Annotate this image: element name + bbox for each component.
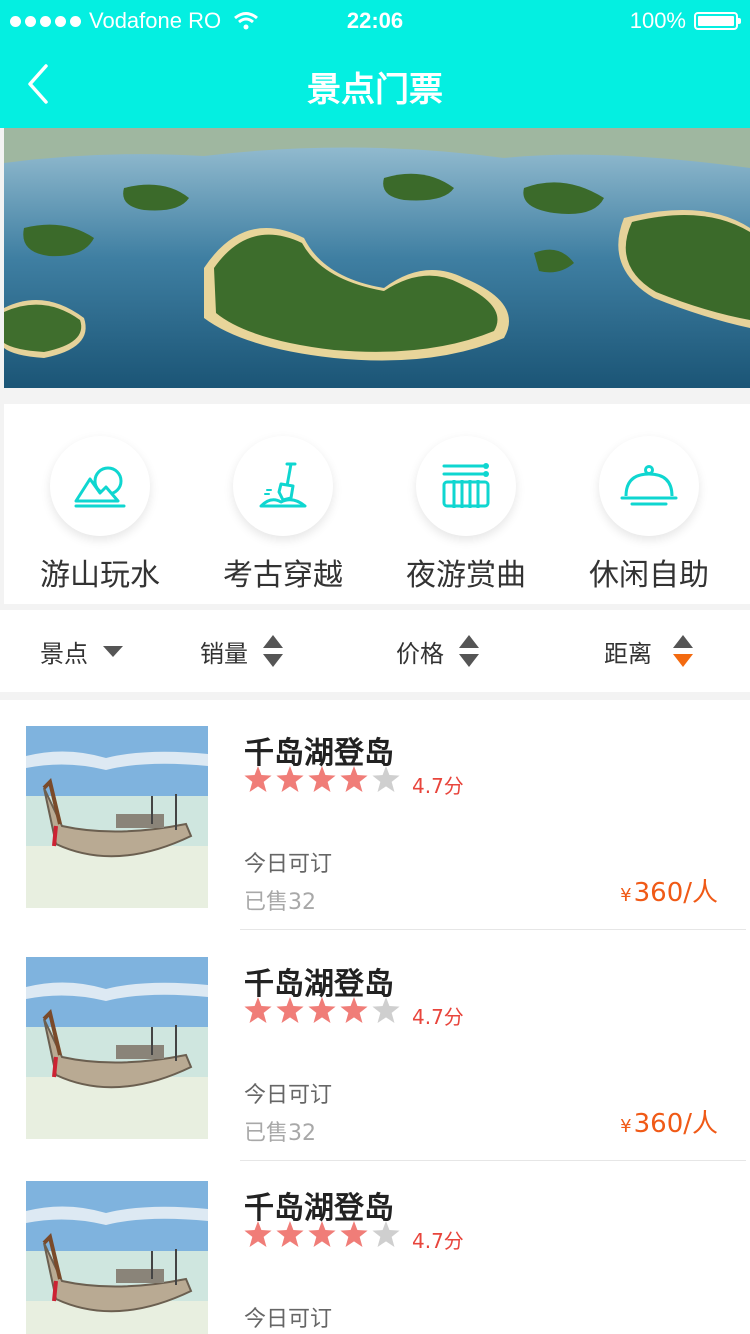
attraction-list: 千岛湖登岛 4.7分 今日可订 已售32 ¥360/人 千岛湖登岛 4.7分 今…	[0, 700, 750, 1334]
star-icon	[340, 1221, 368, 1247]
sort-label: 景点	[40, 639, 88, 668]
sort-bar: 景点 销量 价格 距离	[0, 610, 750, 692]
attraction-thumbnail	[26, 957, 208, 1139]
category-icon-circle	[50, 436, 150, 536]
star-icon	[276, 1221, 304, 1247]
status-bar: Vodafone RO 22:06 100%	[0, 0, 750, 40]
attraction-thumbnail	[26, 1181, 208, 1334]
list-item[interactable]: 千岛湖登岛 4.7分 今日可订 已售32 ¥360/人	[0, 700, 750, 930]
dropdown-icon	[103, 646, 123, 657]
food-cloche-icon	[620, 465, 678, 506]
sold-count: 已售32	[244, 1121, 316, 1146]
availability: 今日可订	[244, 1307, 333, 1332]
star-icon	[340, 997, 368, 1023]
star-empty-icon	[372, 766, 400, 792]
rating-score: 4.7分	[412, 774, 464, 798]
rating-score: 4.7分	[412, 1005, 464, 1029]
category-label: 考古穿越	[223, 558, 343, 593]
boat-image	[26, 1181, 208, 1334]
star-empty-icon	[372, 997, 400, 1023]
banner-image[interactable]	[4, 128, 750, 388]
category-icon-circle	[599, 436, 699, 536]
category-night-tour[interactable]: 夜游赏曲	[373, 404, 559, 604]
sort-price[interactable]: 价格	[396, 610, 480, 692]
price-value: 360/人	[633, 1109, 718, 1139]
star-icon	[276, 997, 304, 1023]
sold-count: 已售32	[244, 890, 316, 915]
price-symbol: ¥	[620, 885, 632, 906]
rating-score: 4.7分	[412, 1229, 464, 1253]
star-rating	[244, 997, 400, 1023]
sort-arrows-active-icon	[673, 635, 693, 667]
attraction-thumbnail	[26, 726, 208, 908]
star-icon	[308, 997, 336, 1023]
page-title: 景点门票	[307, 70, 443, 110]
category-leisure[interactable]: 休闲自助	[556, 404, 742, 604]
battery-icon	[694, 12, 741, 30]
xylophone-icon	[442, 463, 490, 508]
price-value: 360/人	[633, 878, 718, 908]
star-icon	[340, 766, 368, 792]
divider	[240, 929, 746, 930]
sort-arrows-icon	[459, 635, 479, 667]
nav-bar: 景点门票	[0, 40, 750, 128]
category-icon-circle	[233, 436, 333, 536]
star-empty-icon	[372, 1221, 400, 1247]
category-label: 夜游赏曲	[406, 558, 526, 593]
category-icon-circle	[416, 436, 516, 536]
star-icon	[308, 1221, 336, 1247]
price: ¥360/人	[620, 872, 718, 909]
sort-distance[interactable]: 距离	[604, 610, 694, 692]
battery-percent: 100%	[629, 8, 686, 33]
category-label: 游山玩水	[40, 558, 160, 593]
sort-sales[interactable]: 销量	[200, 610, 284, 692]
price: ¥360/人	[620, 1103, 718, 1140]
category-grid: 游山玩水 考古穿越 夜游赏曲 休闲自助	[4, 404, 750, 604]
star-icon	[244, 997, 272, 1023]
boat-image	[26, 957, 208, 1139]
availability: 今日可订	[244, 1083, 333, 1108]
category-archaeology[interactable]: 考古穿越	[190, 404, 376, 604]
star-icon	[308, 766, 336, 792]
sort-label: 距离	[604, 639, 652, 668]
star-icon	[276, 766, 304, 792]
lake-islands-image	[4, 128, 750, 388]
category-label: 休闲自助	[589, 558, 709, 593]
sort-label: 销量	[200, 639, 248, 668]
battery-status: 100%	[629, 8, 741, 34]
sort-label: 价格	[396, 639, 444, 668]
shovel-icon	[259, 462, 307, 508]
sort-spot[interactable]: 景点	[40, 610, 124, 692]
list-item[interactable]: 千岛湖登岛 4.7分 今日可订	[0, 1155, 750, 1334]
mountain-icon	[74, 466, 126, 508]
boat-image	[26, 726, 208, 908]
availability: 今日可订	[244, 852, 333, 877]
list-item[interactable]: 千岛湖登岛 4.7分 今日可订 已售32 ¥360/人	[0, 931, 750, 1161]
sort-arrows-icon	[263, 635, 283, 667]
star-icon	[244, 1221, 272, 1247]
star-rating	[244, 766, 400, 792]
category-mountain[interactable]: 游山玩水	[7, 404, 193, 604]
star-rating	[244, 1221, 400, 1247]
star-icon	[244, 766, 272, 792]
price-symbol: ¥	[620, 1116, 632, 1137]
